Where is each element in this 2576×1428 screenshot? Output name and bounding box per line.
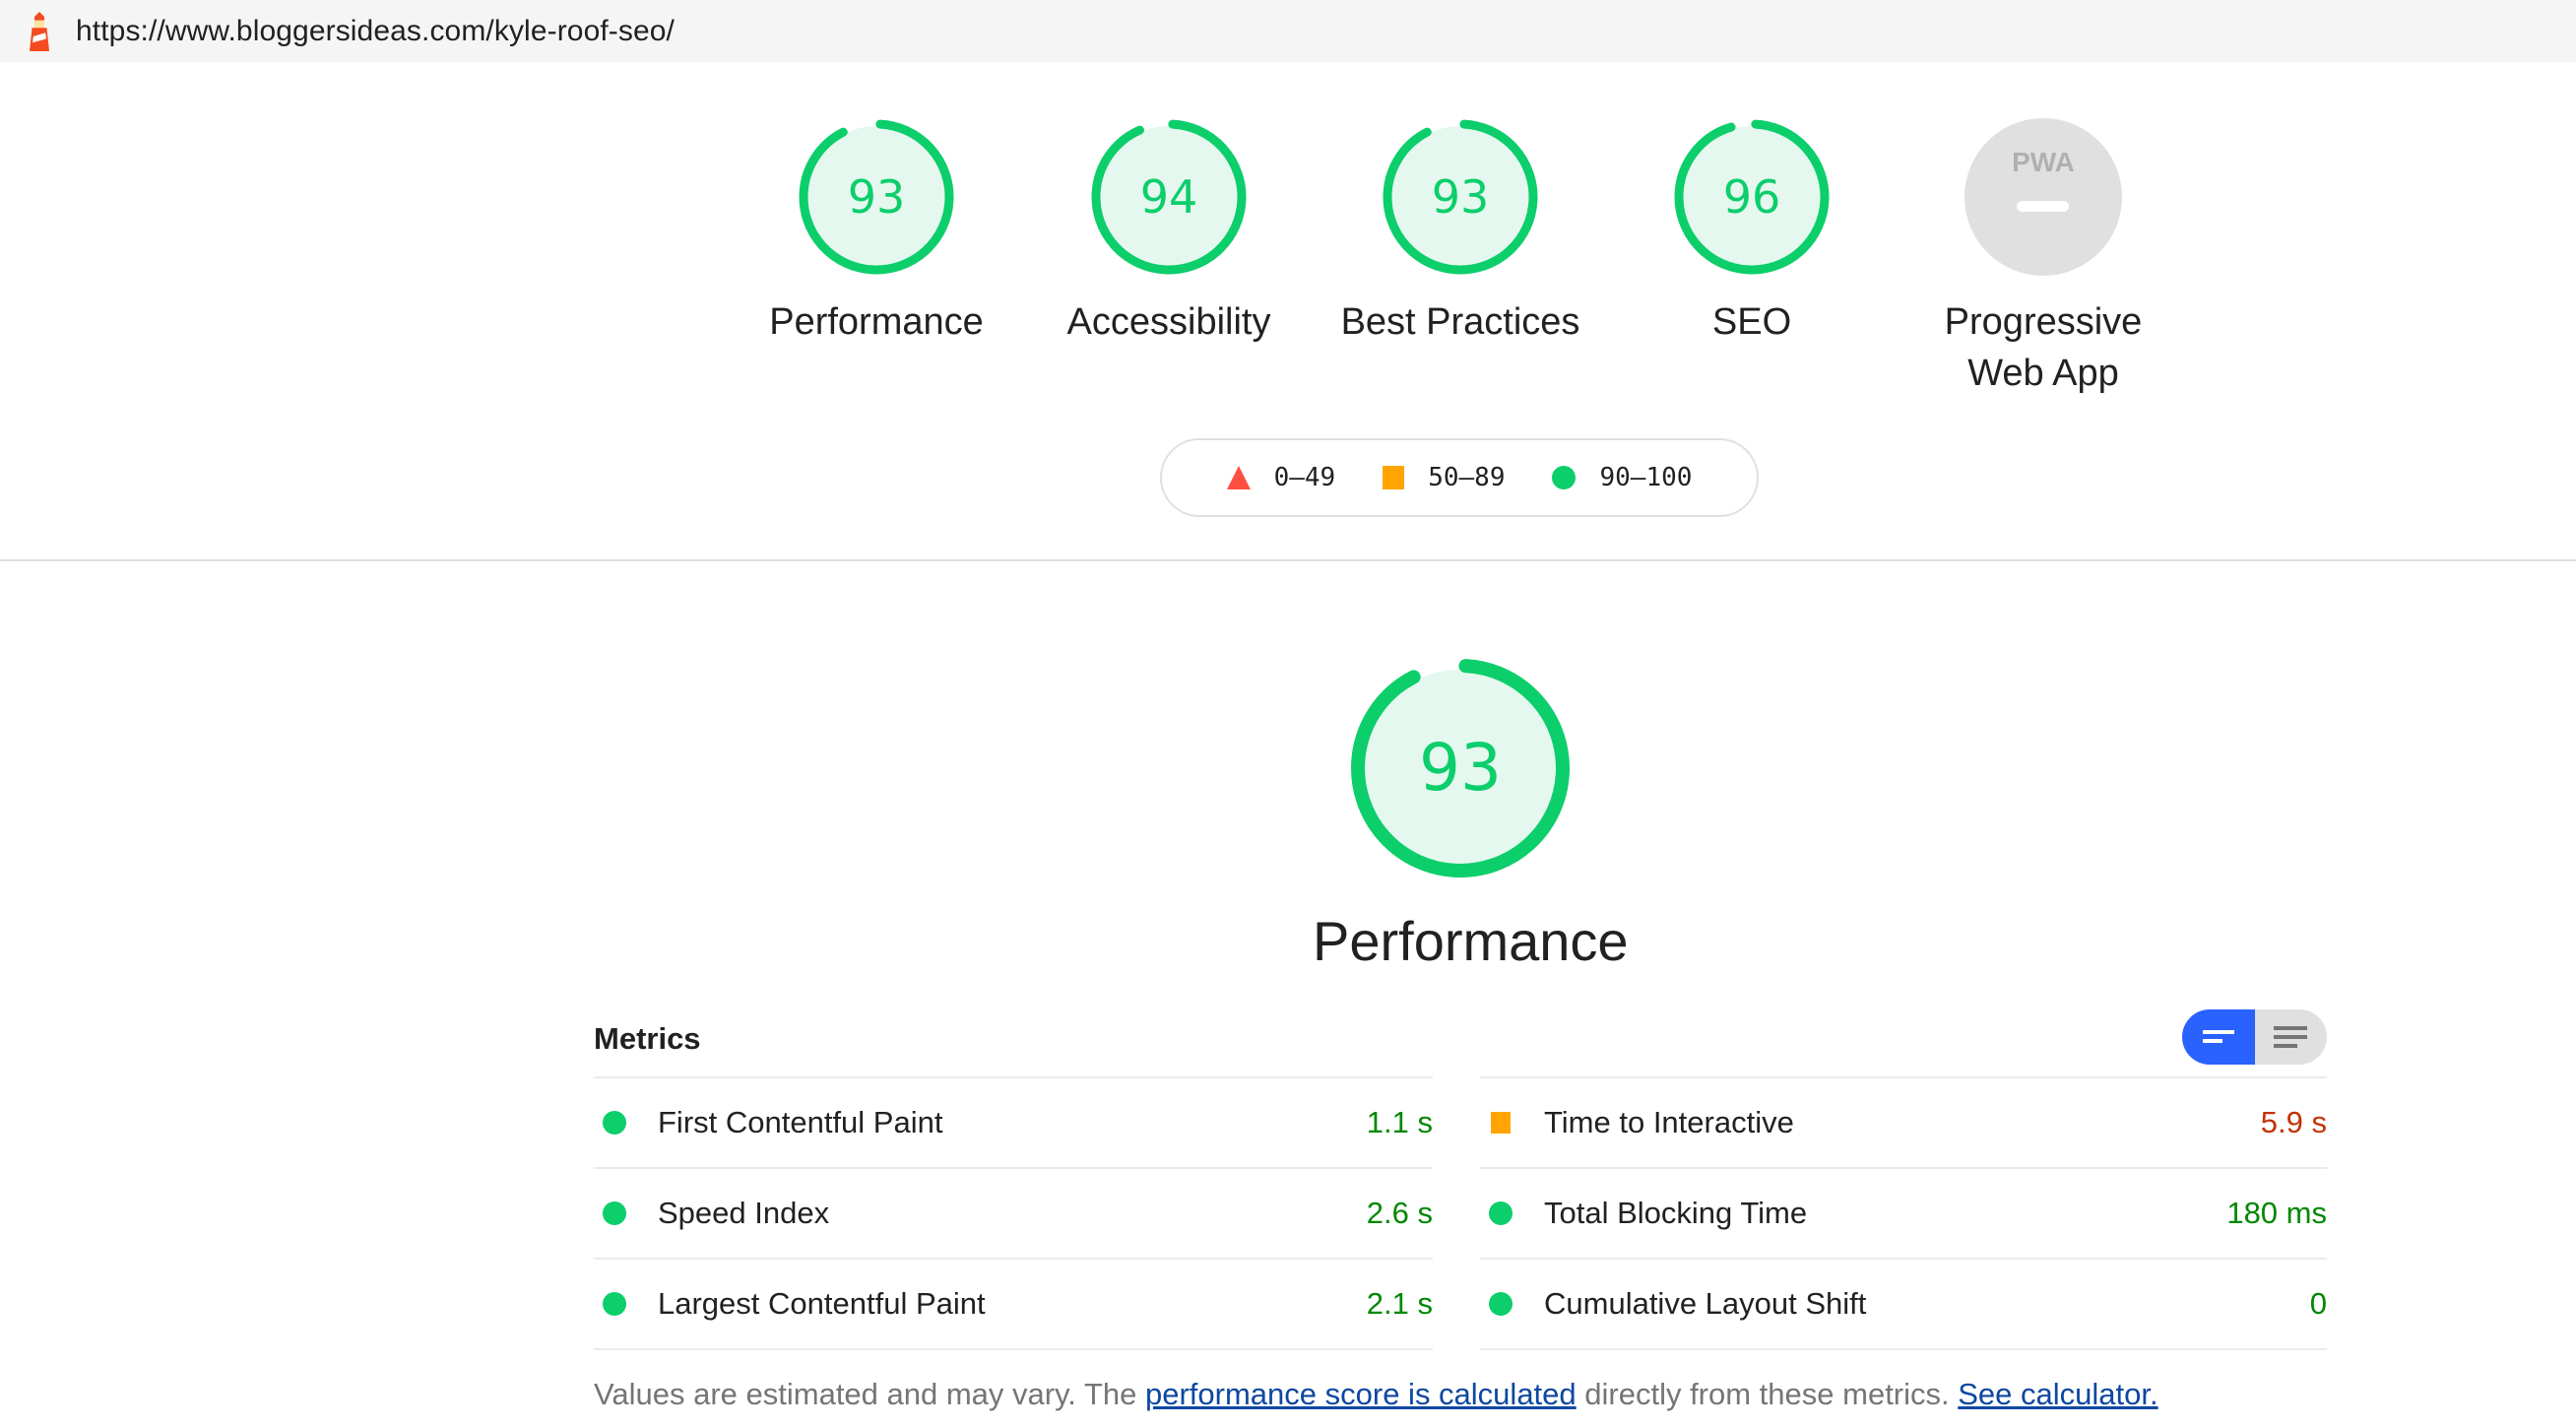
pass-circle-icon	[1489, 1292, 1513, 1316]
metric-row[interactable]: Total Blocking Time 180 ms	[1480, 1167, 2327, 1258]
metric-row[interactable]: Time to Interactive 5.9 s	[1480, 1076, 2327, 1167]
metric-row[interactable]: Cumulative Layout Shift 0	[1480, 1258, 2327, 1350]
gauge-score: 93	[1419, 730, 1502, 806]
score-legend: 0–49 50–89 90–100	[1160, 438, 1759, 517]
gauge-score: 93	[1432, 170, 1490, 224]
square-icon	[1383, 466, 1405, 489]
pwa-logo-icon: PWA	[2012, 147, 2075, 177]
metric-name: Speed Index	[658, 1196, 830, 1230]
metric-value: 180 ms	[2226, 1196, 2327, 1230]
metrics-column-left: First Contentful Paint 1.1 s Speed Index…	[594, 1076, 1433, 1350]
legend-range: 50–89	[1428, 463, 1506, 492]
metric-name: Time to Interactive	[1544, 1105, 1794, 1139]
gauge-ring: 94	[1091, 119, 1247, 275]
legend-item-pass: 90–100	[1552, 463, 1692, 492]
page-url[interactable]: https://www.bloggersideas.com/kyle-roof-…	[76, 15, 675, 48]
gauge-label-line1: Progressive	[1944, 301, 2143, 343]
legend-item-fail: 0–49	[1226, 463, 1336, 492]
metric-value: 0	[2309, 1286, 2327, 1321]
metric-name: Cumulative Layout Shift	[1544, 1286, 1867, 1321]
score-calculated-link[interactable]: performance score is calculated	[1145, 1377, 1577, 1411]
average-square-icon	[1491, 1112, 1511, 1134]
triangle-icon	[1226, 466, 1251, 489]
gauge-accessibility[interactable]: 94 Accessibility	[1041, 113, 1297, 348]
gauge-performance[interactable]: 93 Performance	[748, 113, 1004, 348]
gauge-ring: 93	[1383, 119, 1538, 275]
metrics-footnote: Values are estimated and may vary. The p…	[594, 1377, 2158, 1412]
footnote-text: Values are estimated and may vary. The	[594, 1377, 1145, 1411]
metrics-view-toggle[interactable]	[2182, 1009, 2327, 1065]
see-calculator-link[interactable]: See calculator.	[1958, 1377, 2157, 1411]
gauge-label: SEO	[1711, 301, 1792, 343]
performance-gauge-large: 93 Performance	[1313, 650, 1629, 973]
gauge-label: Best Practices	[1340, 301, 1580, 343]
metric-value: 2.1 s	[1366, 1286, 1433, 1321]
gauge-label: Progressive Web App	[1915, 296, 2171, 399]
gauge-label-line2: Web App	[1967, 353, 2119, 394]
url-bar: https://www.bloggersideas.com/kyle-roof-…	[0, 0, 2576, 62]
pass-circle-icon	[603, 1201, 626, 1225]
pass-circle-icon	[1489, 1201, 1513, 1225]
legend-range: 0–49	[1273, 463, 1336, 492]
legend-range: 90–100	[1599, 463, 1693, 492]
section-divider	[0, 559, 2576, 561]
metric-row[interactable]: First Contentful Paint 1.1 s	[594, 1076, 1433, 1167]
gauge-best-practices[interactable]: 93 Best Practices	[1332, 113, 1588, 348]
gauge-seo[interactable]: 96 SEO	[1624, 113, 1880, 348]
performance-title: Performance	[1313, 910, 1629, 972]
metrics-header: Metrics	[594, 1009, 2327, 1078]
pass-circle-icon	[603, 1111, 626, 1135]
gauge-ring: 93	[1351, 659, 1570, 877]
gauge-ring: 93	[799, 119, 954, 275]
gauge-label: Accessibility	[1066, 301, 1271, 343]
summary-lines-icon	[2202, 1030, 2234, 1043]
metric-row[interactable]: Largest Contentful Paint 2.1 s	[594, 1258, 1433, 1350]
gauge-score: 94	[1140, 170, 1198, 224]
metrics-column-right: Time to Interactive 5.9 s Total Blocking…	[1480, 1076, 2327, 1350]
detail-lines-icon	[2274, 1026, 2308, 1048]
gauge-score: 96	[1723, 170, 1781, 224]
pwa-badge: PWA	[1964, 118, 2122, 276]
detailed-view-button[interactable]	[2254, 1009, 2327, 1065]
metric-name: First Contentful Paint	[658, 1105, 943, 1139]
na-dash-icon	[2017, 201, 2069, 212]
lighthouse-icon	[30, 11, 49, 51]
legend-item-average: 50–89	[1383, 463, 1505, 492]
circle-icon	[1552, 466, 1577, 489]
summary-view-button[interactable]	[2182, 1009, 2255, 1065]
metric-value: 5.9 s	[2260, 1105, 2327, 1139]
gauge-ring: 96	[1674, 119, 1830, 275]
pass-circle-icon	[603, 1292, 626, 1316]
metrics-title: Metrics	[594, 1021, 701, 1056]
gauge-score: 93	[848, 170, 906, 224]
footnote-text: directly from these metrics.	[1576, 1377, 1959, 1411]
metric-row[interactable]: Speed Index 2.6 s	[594, 1167, 1433, 1258]
gauge-label: Performance	[769, 301, 984, 343]
metric-name: Total Blocking Time	[1544, 1196, 1808, 1230]
metric-value: 1.1 s	[1366, 1105, 1433, 1139]
gauge-pwa[interactable]: PWA Progressive Web App	[1915, 113, 2171, 399]
metric-value: 2.6 s	[1366, 1196, 1433, 1230]
metric-name: Largest Contentful Paint	[658, 1286, 986, 1321]
